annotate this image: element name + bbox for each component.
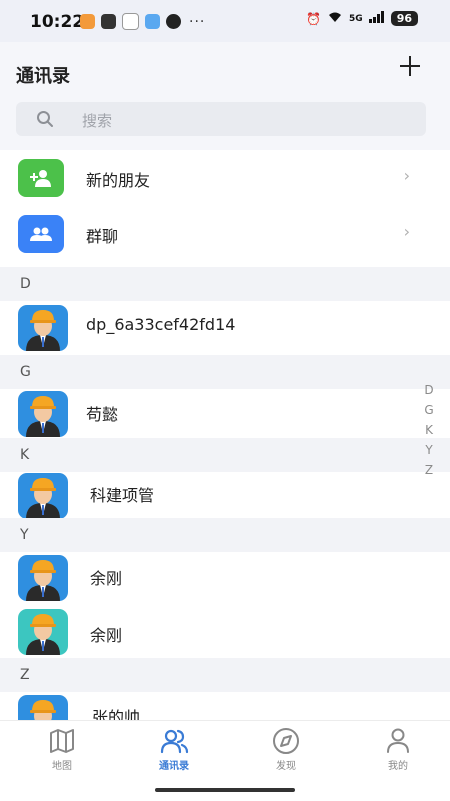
index-letter-d[interactable]: D [424, 382, 433, 398]
section-letter: G [20, 364, 31, 380]
contact-name: 余刚 [90, 626, 123, 645]
section-letter: Z [20, 667, 30, 683]
signal-icon [368, 11, 385, 26]
contact-name: 张的帅 [92, 708, 141, 720]
avatar [18, 609, 68, 655]
group-icon [18, 215, 64, 253]
avatar [18, 695, 68, 720]
contact-name: 科建项管 [90, 486, 155, 505]
weather-icon [145, 14, 160, 29]
contact-row[interactable]: 苟懿 [0, 389, 450, 441]
qq-icon [166, 14, 181, 29]
tab-profile[interactable]: 我的 [358, 727, 438, 783]
section-letter: K [20, 447, 30, 463]
section-header-k: K [0, 438, 450, 472]
new-friends-entry[interactable]: 新的朋友 › [0, 150, 450, 206]
avatar [18, 305, 68, 351]
page-title: 通讯录 [16, 66, 70, 87]
chevron-right-icon: › [403, 166, 410, 185]
status-time: 10:22 [30, 12, 85, 32]
tab-label: 发现 [276, 761, 296, 772]
chevron-right-icon: › [403, 222, 410, 241]
app-notification-icon [80, 14, 95, 29]
section-letter: Y [20, 527, 29, 543]
avatar [18, 391, 68, 437]
add-button[interactable] [398, 54, 422, 78]
add-user-icon [18, 159, 64, 197]
alarm-icon: ⏰ [306, 11, 322, 26]
contacts-icon [160, 729, 189, 754]
app-notification-icon [101, 14, 116, 29]
wifi-icon [327, 11, 343, 26]
home-indicator[interactable] [155, 788, 295, 792]
section-header-z: Z [0, 658, 450, 692]
map-icon [50, 729, 74, 753]
section-header-y: Y [0, 518, 450, 552]
tab-discover[interactable]: 发现 [246, 727, 326, 783]
alphabet-index[interactable]: D G K Y Z [422, 382, 436, 478]
app-notification-icon [122, 13, 139, 30]
section-letter: D [20, 276, 31, 292]
tab-label: 地图 [52, 761, 72, 772]
index-letter-g[interactable]: G [424, 402, 433, 418]
tab-label: 我的 [388, 761, 408, 772]
contact-name: 苟懿 [86, 405, 119, 424]
index-letter-k[interactable]: K [425, 422, 433, 438]
contact-name: dp_6a33cef42fd14 [86, 315, 236, 334]
contact-name: 余刚 [90, 569, 123, 588]
search-area: 搜索 [0, 94, 450, 150]
status-bar: 10:22 ··· ⏰ 5G 96 [0, 0, 450, 42]
index-letter-y[interactable]: Y [425, 442, 432, 458]
section-header-g: G [0, 355, 450, 389]
tab-contacts[interactable]: 通讯录 [134, 727, 214, 783]
compass-icon [273, 728, 299, 754]
tab-label: 通讯录 [159, 761, 189, 772]
contact-row[interactable]: 余刚 [0, 552, 450, 604]
avatar [18, 473, 68, 519]
status-right: ⏰ 5G 96 [306, 11, 418, 26]
group-chat-entry[interactable]: 群聊 › [0, 206, 450, 262]
section-header-d: D [0, 267, 450, 301]
status-app-icons: ··· [80, 13, 205, 30]
battery-indicator: 96 [390, 11, 418, 26]
group-chat-label: 群聊 [86, 227, 119, 246]
search-icon [37, 111, 53, 127]
tab-map[interactable]: 地图 [22, 727, 102, 783]
contact-row[interactable]: dp_6a33cef42fd14 [0, 301, 450, 355]
search-placeholder: 搜索 [82, 112, 113, 130]
new-friends-label: 新的朋友 [86, 171, 151, 190]
index-letter-z[interactable]: Z [425, 462, 433, 478]
contact-row[interactable]: 余刚 [0, 604, 450, 660]
profile-icon [387, 728, 409, 753]
contact-row[interactable]: 科建项管 [0, 472, 450, 520]
search-input[interactable]: 搜索 [16, 102, 426, 136]
more-notifications-icon: ··· [189, 13, 206, 30]
contact-row[interactable]: 张的帅 [0, 692, 450, 720]
avatar [18, 555, 68, 601]
network-label: 5G [349, 13, 363, 24]
